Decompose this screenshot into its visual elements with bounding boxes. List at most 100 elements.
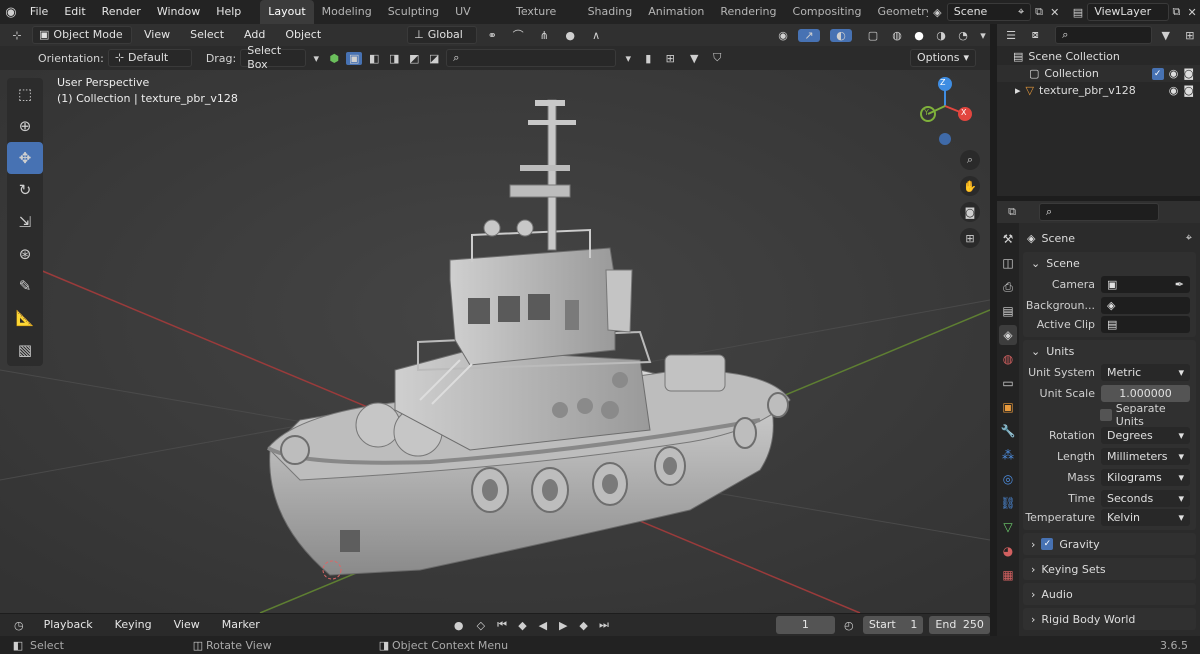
pivot-icon[interactable]: ⚭	[481, 29, 503, 42]
options-dropdown[interactable]: Options ▾	[910, 49, 976, 67]
tool-search-input[interactable]: ⌕	[446, 49, 617, 67]
select-box-tool-icon[interactable]: ⬚	[7, 78, 43, 110]
unit-scale-field[interactable]: 1.000000	[1101, 385, 1190, 402]
tab-sculpting[interactable]: Sculpting	[380, 0, 447, 24]
constraints-tab-icon[interactable]: ⛓	[999, 493, 1017, 513]
blender-logo-icon[interactable]: ◉	[0, 5, 22, 20]
shading-dropdown-icon[interactable]: ▾	[976, 29, 990, 42]
particles-tab-icon[interactable]: ⁂	[999, 445, 1017, 465]
outliner-search-input[interactable]: ⌕	[1055, 26, 1152, 44]
gizmo-toggle-icon[interactable]: ↗	[798, 28, 820, 42]
layout-icon[interactable]: ⊞	[660, 52, 680, 65]
new-view-layer-icon[interactable]: ⧉	[1169, 5, 1185, 19]
mode-selector[interactable]: ▣ Object Mode	[32, 26, 132, 44]
camera-view-icon[interactable]: ◙	[960, 202, 980, 222]
jump-end-icon[interactable]: ⏭	[597, 618, 611, 632]
tab-compositing[interactable]: Compositing	[785, 0, 870, 24]
separate-units-checkbox[interactable]	[1099, 408, 1112, 421]
transform-orientation-selector[interactable]: ⊥ Global	[407, 26, 478, 44]
outliner-row-object[interactable]: ▸ ▽ texture_pbr_v128 ◉ ◙	[997, 82, 1200, 99]
collection-tab-icon[interactable]: ▭	[999, 373, 1017, 393]
snap-icon[interactable]: ⌒	[507, 27, 529, 43]
dropdown-chevron-icon[interactable]: ▾	[310, 52, 322, 65]
render-tab-icon[interactable]: ◫	[999, 253, 1017, 273]
gravity-panel-header[interactable]: › ✓ Gravity	[1023, 533, 1196, 555]
tab-rendering[interactable]: Rendering	[712, 0, 784, 24]
measure-tool-icon[interactable]: 📐	[7, 302, 43, 334]
visibility-icon[interactable]: ◉	[772, 29, 794, 42]
unit-system-dropdown[interactable]: Metric ▾	[1101, 364, 1190, 381]
current-frame-field[interactable]: 1	[775, 616, 835, 634]
display-mode-icon[interactable]: ⧇	[1025, 28, 1045, 42]
camera-icon[interactable]: ◙	[1183, 84, 1194, 97]
tab-animation[interactable]: Animation	[640, 0, 712, 24]
delete-scene-icon[interactable]: ✕	[1047, 6, 1063, 19]
select-mode-subtract-icon[interactable]: ◨	[386, 52, 402, 65]
eye-icon[interactable]: ◉	[1169, 84, 1179, 97]
active-clip-field[interactable]: ▤	[1101, 316, 1190, 333]
properties-search-input[interactable]: ⌕	[1039, 203, 1159, 221]
tab-modeling[interactable]: Modeling	[314, 0, 380, 24]
pin-icon[interactable]: ⌖	[1186, 231, 1192, 245]
keyframe-type-icon[interactable]: ◇	[473, 619, 489, 632]
outliner-editor-icon[interactable]: ☰	[1001, 29, 1021, 42]
wireframe-shading-icon[interactable]: ◍	[888, 29, 906, 42]
outliner-row-scene-collection[interactable]: ▤ Scene Collection	[997, 48, 1200, 65]
delete-view-layer-icon[interactable]: ✕	[1184, 6, 1200, 19]
overlay-toggle-icon[interactable]: ◐	[830, 28, 852, 42]
tool-tab-icon[interactable]: ⚒	[999, 229, 1017, 249]
xray-icon[interactable]: ▢	[862, 29, 884, 42]
shield-icon[interactable]: ⛉	[708, 51, 726, 65]
3d-viewport[interactable]: User Perspective (1) Collection | textur…	[0, 70, 990, 613]
mass-dropdown[interactable]: Kilograms ▾	[1101, 469, 1190, 486]
world-tab-icon[interactable]: ◍	[999, 349, 1017, 369]
bookmark-icon[interactable]: ▮	[640, 52, 656, 65]
outliner-row-collection[interactable]: ▢ Collection ✓ ◉ ◙	[997, 65, 1200, 82]
menu-view[interactable]: View	[136, 23, 178, 47]
menu-select[interactable]: Select	[182, 23, 232, 47]
expand-arrow-icon[interactable]: ▸	[1015, 84, 1021, 97]
view-layer-icon[interactable]: ▤	[1069, 6, 1088, 19]
perspective-toggle-icon[interactable]: ⊞	[960, 228, 980, 248]
camera-field[interactable]: ▣ ✒	[1101, 276, 1190, 293]
physics-tab-icon[interactable]: ◎	[999, 469, 1017, 489]
scale-tool-icon[interactable]: ⇲	[7, 206, 43, 238]
data-tab-icon[interactable]: ▽	[999, 517, 1017, 537]
properties-editor-icon[interactable]: ⧉	[1001, 205, 1023, 219]
filter-dropdown-icon[interactable]: ▾	[620, 52, 636, 65]
select-mode-extend-icon[interactable]: ◧	[366, 52, 382, 65]
playback-menu[interactable]: Playback	[36, 613, 101, 637]
eyedropper-icon[interactable]: ✒	[1175, 278, 1184, 291]
proportional-edit-icon[interactable]: ●	[559, 29, 581, 42]
keying-menu[interactable]: Keying	[107, 613, 160, 637]
add-cube-tool-icon[interactable]: ▧	[7, 334, 43, 366]
tab-geometry-nodes[interactable]: Geometry Noc	[869, 0, 928, 24]
menu-render[interactable]: Render	[94, 0, 149, 24]
background-field[interactable]: ◈	[1101, 297, 1190, 314]
editor-type-icon[interactable]: ⊹	[6, 29, 28, 42]
scene-selector[interactable]: Scene ⌖	[946, 3, 1032, 21]
move-tool-icon[interactable]: ✥	[7, 142, 43, 174]
play-icon[interactable]: ▶	[556, 619, 570, 632]
scene-icon[interactable]: ◈	[928, 6, 947, 19]
pin-icon[interactable]: ⌖	[1018, 5, 1024, 19]
marker-menu[interactable]: Marker	[214, 613, 268, 637]
gravity-checkbox[interactable]: ✓	[1041, 538, 1054, 550]
tab-shading[interactable]: Shading	[580, 0, 641, 24]
new-scene-icon[interactable]: ⧉	[1031, 5, 1047, 19]
view-layer-selector[interactable]: ViewLayer	[1087, 3, 1169, 21]
camera-icon[interactable]: ◙	[1183, 67, 1194, 80]
audio-panel-header[interactable]: › Audio	[1023, 583, 1196, 605]
jump-start-icon[interactable]: ⏮	[495, 618, 509, 632]
end-frame-field[interactable]: End 250	[929, 616, 990, 634]
new-collection-icon[interactable]: ⊞	[1180, 29, 1200, 42]
orientation-dropdown[interactable]: ⊹ Default	[107, 49, 192, 67]
falloff-icon[interactable]: ∧	[585, 29, 607, 42]
pan-hand-icon[interactable]: ✋	[960, 176, 980, 196]
cursor-tool-icon[interactable]: ⊕	[7, 110, 43, 142]
tab-uv-editing[interactable]: UV Editing	[447, 0, 508, 42]
rotation-dropdown[interactable]: Degrees ▾	[1101, 427, 1190, 444]
next-keyframe-icon[interactable]: ◆	[576, 619, 590, 632]
outliner-filter-icon[interactable]: ▼	[1156, 29, 1176, 42]
play-reverse-icon[interactable]: ◀	[536, 619, 550, 632]
